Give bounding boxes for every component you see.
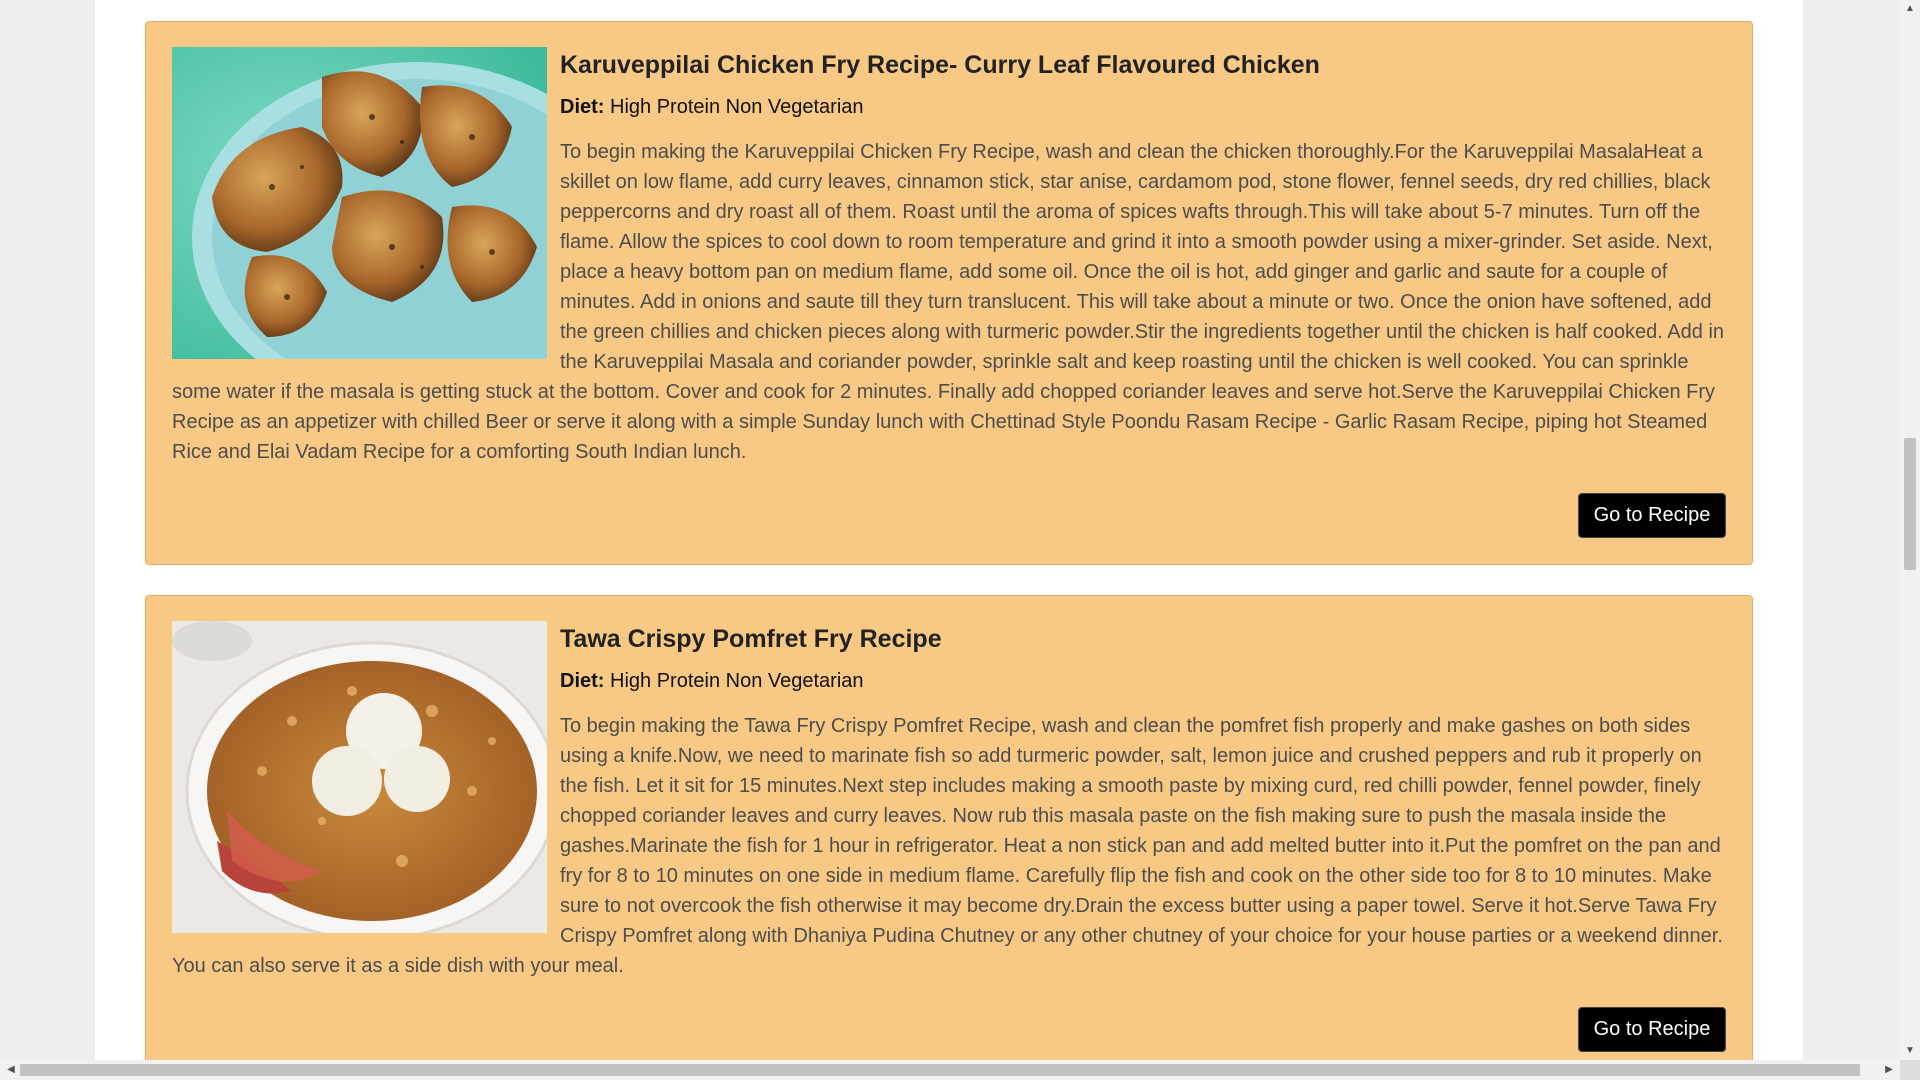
scroll-left-arrow-icon[interactable]: ◀ — [2, 1060, 20, 1080]
chicken-photo — [172, 47, 547, 359]
recipe-image-grilled-chicken — [172, 47, 547, 359]
recipe-card: Tawa Crispy Pomfret Fry Recipe Diet: Hig… — [145, 595, 1753, 1060]
diet-value: High Protein Non Vegetarian — [610, 670, 864, 692]
horizontal-scrollbar[interactable]: ◀ ▶ — [0, 1060, 1920, 1080]
diet-label: Diet: — [560, 96, 605, 118]
diet-value: High Protein Non Vegetarian — [610, 96, 864, 118]
scroll-down-arrow-icon[interactable]: ▼ — [1900, 1042, 1920, 1060]
recipe-list-page: Karuveppilai Chicken Fry Recipe- Curry L… — [95, 0, 1803, 1060]
horizontal-scroll-thumb[interactable] — [20, 1064, 1860, 1076]
scrollbar-corner — [1900, 1060, 1920, 1080]
scroll-up-arrow-icon[interactable]: ▲ — [1900, 0, 1920, 18]
vertical-scroll-thumb[interactable] — [1904, 438, 1916, 570]
crumble-photo — [172, 621, 547, 933]
diet-label: Diet: — [560, 670, 605, 692]
recipe-card: Karuveppilai Chicken Fry Recipe- Curry L… — [145, 21, 1753, 565]
go-to-recipe-button[interactable]: Go to Recipe — [1578, 493, 1726, 538]
scroll-right-arrow-icon[interactable]: ▶ — [1880, 1060, 1898, 1080]
recipe-image-crumble-dish — [172, 621, 547, 933]
vertical-scrollbar[interactable]: ▲ ▼ — [1900, 0, 1920, 1060]
go-to-recipe-button[interactable]: Go to Recipe — [1578, 1007, 1726, 1052]
